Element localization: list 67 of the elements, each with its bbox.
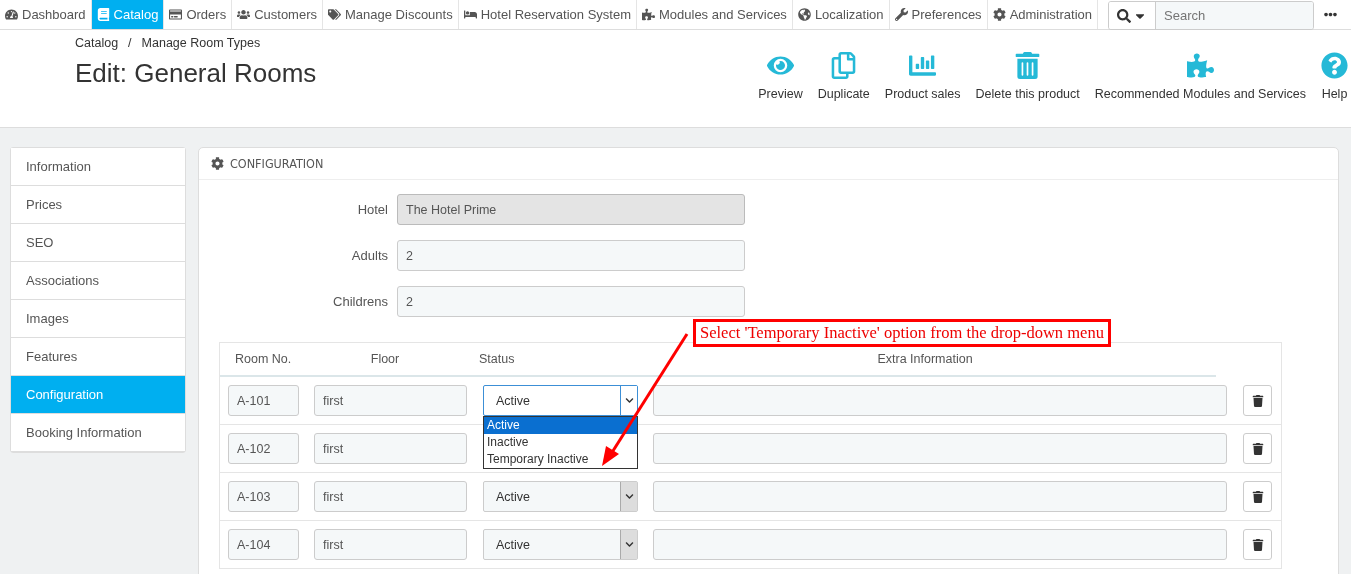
trash-icon <box>1251 538 1264 551</box>
dropdown-option[interactable]: Active <box>484 417 637 434</box>
column-header: Status <box>478 352 516 366</box>
sidebar-tab[interactable]: Information <box>11 148 185 186</box>
toolbar-action[interactable]: Delete this product <box>975 52 1080 101</box>
annotation-callout: Select 'Temporary Inactive' option from the drop-down menu <box>693 319 1111 347</box>
toolbar-action[interactable]: Help <box>1321 52 1348 101</box>
extra-information-field[interactable] <box>653 529 1227 560</box>
bar-chart-icon <box>909 52 937 79</box>
wrench-icon <box>894 8 908 21</box>
toolbar-action[interactable]: Product sales <box>884 52 961 101</box>
toolbar-action[interactable]: Recommended Modules and Services <box>1094 52 1306 101</box>
chevron-icon <box>624 540 634 549</box>
chevron-icon <box>624 492 634 501</box>
input-field[interactable]: 2 <box>397 240 745 271</box>
puzzle-icon <box>641 8 655 21</box>
trash-icon <box>1251 490 1264 503</box>
chevron-icon <box>624 396 634 405</box>
status-select[interactable]: Active <box>483 481 638 512</box>
room-number-field[interactable]: A-101 <box>228 385 299 416</box>
field-label: Hotel <box>356 202 388 217</box>
column-header: Floor <box>369 352 401 366</box>
users-icon <box>237 8 251 21</box>
extra-information-field[interactable] <box>653 433 1227 464</box>
room-number-field[interactable]: A-103 <box>228 481 299 512</box>
puzzle-icon <box>1186 52 1214 79</box>
floor-field[interactable]: first <box>314 481 467 512</box>
delete-button[interactable] <box>1243 481 1272 512</box>
delete-button[interactable] <box>1243 433 1272 464</box>
status-select[interactable]: Active <box>483 385 638 416</box>
floor-field[interactable]: first <box>314 433 467 464</box>
gear-icon <box>211 157 224 170</box>
bed-icon <box>463 8 477 21</box>
help-icon <box>1321 52 1348 79</box>
toolbar-action[interactable]: Preview <box>758 52 803 101</box>
credit-card-icon <box>169 8 183 21</box>
room-number-field[interactable]: A-104 <box>228 529 299 560</box>
gear-icon <box>992 8 1006 21</box>
breadcrumb-separator: / <box>128 36 132 50</box>
input-field[interactable]: 2 <box>397 286 745 317</box>
globe-icon <box>797 8 811 21</box>
trash-icon <box>1014 52 1042 79</box>
trash-icon <box>1251 394 1264 407</box>
copy-icon <box>830 52 858 79</box>
field-label: Adults <box>350 248 388 263</box>
floor-field[interactable]: first <box>314 529 467 560</box>
page-title: Edit: General Rooms <box>75 58 317 89</box>
tag-icon <box>328 8 341 21</box>
status-select[interactable]: Active <box>483 529 638 560</box>
trash-icon <box>1251 442 1264 455</box>
floor-field[interactable]: first <box>314 385 467 416</box>
breadcrumb-link[interactable]: Catalog <box>75 36 119 50</box>
extra-information-field[interactable] <box>653 385 1227 416</box>
delete-button[interactable] <box>1243 385 1272 416</box>
toolbar-action[interactable]: Duplicate <box>817 52 870 101</box>
breadcrumb-link[interactable]: Manage Room Types <box>141 36 261 50</box>
column-header: Extra Information <box>876 352 974 366</box>
room-number-field[interactable]: A-102 <box>228 433 299 464</box>
column-header: Room No. <box>234 352 293 366</box>
search-icon <box>1117 8 1131 23</box>
gauge-icon <box>5 8 18 21</box>
delete-button[interactable] <box>1243 529 1272 560</box>
search-field[interactable]: Search <box>1155 2 1313 29</box>
field-label: Childrens <box>332 294 388 309</box>
panel-title: CONFIGURATION <box>230 156 324 171</box>
book-icon <box>96 8 110 21</box>
extra-information-field[interactable] <box>653 481 1227 512</box>
